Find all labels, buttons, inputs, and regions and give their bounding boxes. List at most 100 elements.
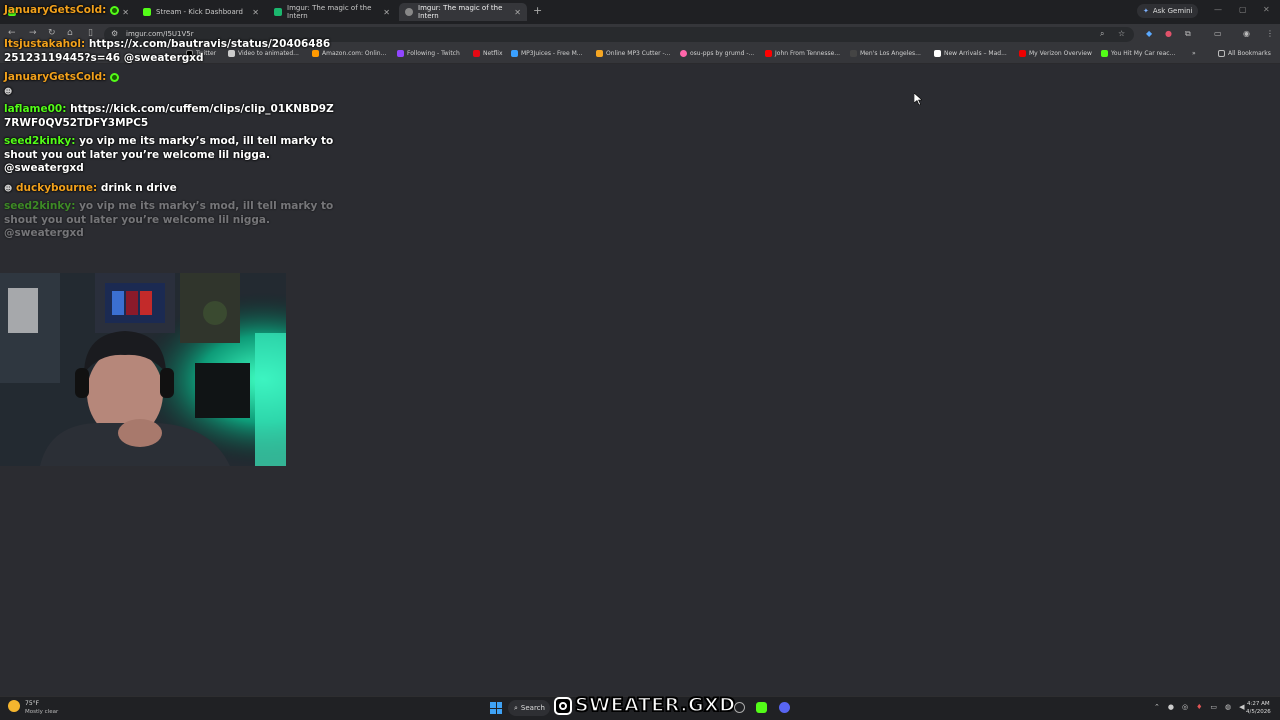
profile-avatar-icon[interactable]: ◉	[1243, 29, 1250, 38]
chat-username: seed2kinky:	[4, 135, 76, 147]
chat-username: seed2kinky:	[4, 200, 76, 212]
kick-emote-icon	[109, 72, 119, 82]
start-windows-icon[interactable]	[490, 702, 502, 714]
sunglasses-emote-icon: ☻	[4, 86, 13, 96]
screen: ✕ Stream - Kick Dashboard ✕ Imgur: The m…	[0, 0, 1280, 720]
tray-app-icon[interactable]: ◎	[1182, 703, 1188, 711]
bookmark-item[interactable]: Following - Twitch	[397, 50, 460, 57]
mouse-cursor-icon	[914, 93, 922, 105]
site-info-icon[interactable]: ⚙	[111, 29, 118, 38]
close-window-icon[interactable]: ✕	[1263, 5, 1270, 14]
extension-shield-icon[interactable]: ●	[1165, 29, 1172, 38]
bookmark-favicon-icon	[934, 50, 941, 57]
bookmark-label: My Verizon Overview	[1029, 50, 1092, 57]
network-icon[interactable]: ◍	[1225, 703, 1231, 711]
split-view-icon[interactable]: ▯	[88, 28, 93, 38]
mp3-cutter-icon	[596, 50, 603, 57]
minimize-icon[interactable]: —	[1214, 5, 1222, 14]
bookmark-item[interactable]: osu-pps by grumd -...	[680, 50, 754, 57]
bookmark-item[interactable]: Netflix	[473, 50, 503, 57]
reload-icon[interactable]: ↻	[48, 28, 56, 38]
chat-username: JanuaryGetsCold:	[4, 4, 107, 16]
extension-icon[interactable]: ◆	[1146, 29, 1152, 38]
clock-time[interactable]: 4:27 AM	[1247, 701, 1270, 707]
bookmark-item[interactable]: You Hit My Car reac...	[1101, 50, 1175, 57]
bookmark-label: Netflix	[483, 50, 503, 57]
kick-favicon-icon	[1101, 50, 1108, 57]
bookmark-label: Online MP3 Cutter -...	[606, 50, 671, 57]
display-icon[interactable]: ▭	[1210, 703, 1217, 711]
chat-message-faded: seed2kinky: yo vip me its marky’s mod, i…	[4, 200, 334, 241]
bookmark-star-icon[interactable]: ☆	[1118, 29, 1125, 38]
tab-close-icon[interactable]: ✕	[383, 8, 390, 17]
bookmark-label: Men's Los Angeles...	[860, 50, 921, 57]
app-settings-icon[interactable]	[734, 702, 745, 713]
forward-icon[interactable]: →	[29, 28, 37, 38]
chat-username: Itsjustakahol:	[4, 38, 86, 50]
instagram-icon	[554, 697, 572, 715]
system-tray: ⌃ ● ◎ ♦ ▭ ◍ ◀	[1154, 703, 1245, 711]
tab-title: Imgur: The magic of the Intern	[418, 4, 503, 20]
home-icon[interactable]: ⌂	[67, 28, 73, 38]
tray-app-icon[interactable]: ●	[1168, 703, 1174, 711]
youtube-icon	[765, 50, 772, 57]
kick-app-icon[interactable]	[756, 702, 767, 713]
tab-imgur-active[interactable]: Imgur: The magic of the Intern ✕	[399, 3, 527, 21]
folder-icon	[1218, 50, 1225, 57]
webcam-image	[0, 273, 286, 466]
weather-moon-icon[interactable]	[8, 700, 20, 712]
bookmark-item[interactable]: John From Tennesse...	[765, 50, 840, 57]
chat-username: laflame00:	[4, 103, 67, 115]
extensions-puzzle-icon[interactable]: ⧉	[1185, 29, 1191, 39]
clock-date[interactable]: 4/5/2026	[1246, 709, 1271, 715]
chat-message: ☻ duckybourne: drink n drive	[4, 182, 334, 196]
ask-gemini-label: Ask Gemini	[1152, 7, 1193, 15]
kick-emote-icon	[109, 5, 119, 15]
discord-icon[interactable]	[779, 702, 790, 713]
weather-temp[interactable]: 75°F	[25, 700, 39, 707]
sunglasses-emote-icon: ☻	[4, 184, 13, 193]
sidebar-icon[interactable]: ▭	[1214, 29, 1222, 38]
osu-icon	[680, 50, 687, 57]
bookmark-label: John From Tennesse...	[775, 50, 841, 57]
bookmark-item[interactable]: My Verizon Overview	[1019, 50, 1092, 57]
bookmark-item[interactable]: MP3Juices - Free M...	[511, 50, 583, 57]
chat-message: seed2kinky: yo vip me its marky’s mod, i…	[4, 135, 334, 176]
url-text[interactable]: imgur.com/I5U1V5r	[126, 30, 194, 38]
weather-desc[interactable]: Mostly clear	[25, 709, 58, 715]
maximize-icon[interactable]: ▢	[1239, 5, 1247, 14]
chat-message: Itsjustakahol: https://x.com/bautravis/s…	[4, 38, 334, 65]
volume-icon[interactable]: ◀	[1239, 703, 1244, 711]
new-tab-button[interactable]: +	[533, 4, 542, 17]
all-bookmarks-label: All Bookmarks	[1228, 50, 1271, 57]
bookmark-item[interactable]: Men's Los Angeles...	[850, 50, 921, 57]
streamer-handle: SWEATER.GXD	[574, 693, 736, 717]
zoom-icon[interactable]: ⌕	[1100, 29, 1104, 39]
twitch-icon	[397, 50, 404, 57]
tray-overflow-icon[interactable]: ⌃	[1154, 703, 1160, 711]
all-bookmarks-button[interactable]: All Bookmarks	[1218, 50, 1271, 57]
bookmark-label: You Hit My Car reac...	[1111, 50, 1176, 57]
microphone-icon[interactable]: ♦	[1196, 703, 1202, 711]
menu-icon[interactable]: ⋮	[1266, 29, 1274, 38]
bookmark-label: osu-pps by grumd -...	[690, 50, 755, 57]
bookmark-item[interactable]: New Arrivals – Mad...	[934, 50, 1007, 57]
tab-close-icon[interactable]: ✕	[514, 8, 521, 17]
gemini-sparkle-icon: ✦	[1143, 7, 1149, 15]
bookmarks-overflow-icon[interactable]: »	[1192, 50, 1196, 57]
back-icon[interactable]: ←	[8, 28, 16, 38]
chat-message: JanuaryGetsCold:	[4, 4, 334, 18]
chat-text: drink n drive	[100, 182, 177, 194]
ask-gemini-button[interactable]: ✦ Ask Gemini	[1137, 4, 1199, 18]
chat-username: JanuaryGetsCold:	[4, 71, 107, 83]
verizon-icon	[1019, 50, 1026, 57]
bookmark-label: Following - Twitch	[407, 50, 460, 57]
search-icon: ⌕	[514, 703, 518, 712]
taskbar-search[interactable]: ⌕ Search	[508, 700, 550, 716]
mp3juices-icon	[511, 50, 518, 57]
bookmark-item[interactable]: Online MP3 Cutter -...	[596, 50, 670, 57]
netflix-icon	[473, 50, 480, 57]
chat-message: laflame00: https://kick.com/cuffem/clips…	[4, 103, 334, 130]
search-label: Search	[520, 704, 545, 712]
imgur-favicon-icon	[405, 8, 413, 16]
